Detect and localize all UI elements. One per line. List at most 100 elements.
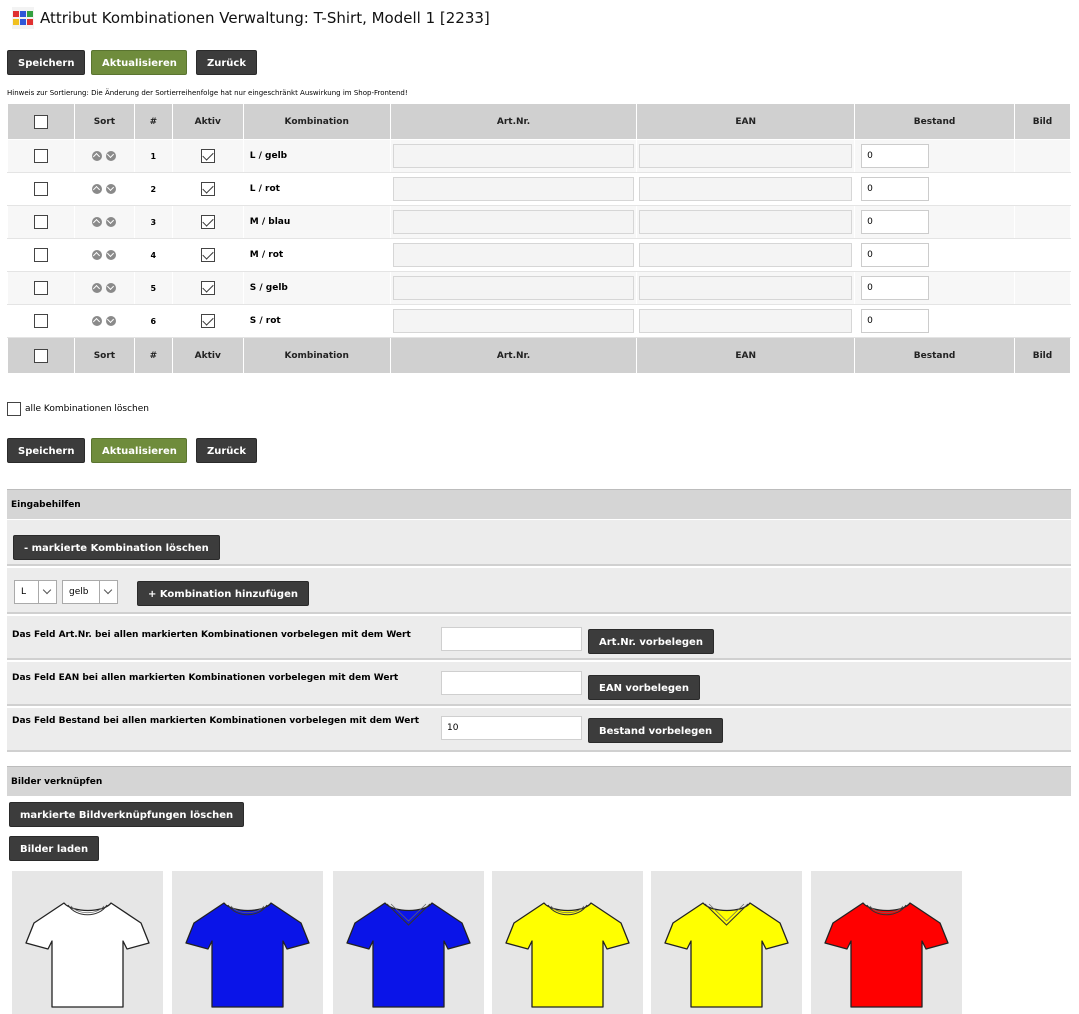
row-checkbox[interactable] — [33, 149, 48, 163]
table-row: 1 L / gelb 0 — [7, 139, 1072, 173]
row-checkbox[interactable] — [33, 281, 48, 295]
delete-marked-combination-button[interactable]: - markierte Kombination löschen — [13, 535, 220, 560]
image-cell — [1013, 139, 1072, 173]
active-checkbox[interactable] — [200, 182, 215, 196]
refresh-button-bottom[interactable]: Aktualisieren — [91, 438, 187, 463]
size-select[interactable]: L — [14, 580, 57, 604]
stock-input[interactable]: 0 — [861, 144, 930, 168]
load-images-button[interactable]: Bilder laden — [9, 836, 100, 861]
sort-up-icon[interactable] — [92, 315, 103, 326]
active-checkbox[interactable] — [200, 149, 215, 163]
color-select-value: gelb — [69, 587, 89, 597]
active-checkbox[interactable] — [200, 314, 215, 328]
row-number: 5 — [133, 271, 173, 305]
tshirt-thumbnail[interactable] — [651, 871, 802, 1014]
ean-input[interactable] — [639, 210, 853, 234]
image-cell — [1013, 304, 1072, 338]
sort-down-icon[interactable] — [106, 282, 117, 293]
select-all-checkbox-bottom[interactable] — [33, 348, 48, 363]
prefill-stock-label: Das Feld Bestand bei allen markierten Ko… — [12, 716, 420, 726]
page-title: Attribut Kombinationen Verwaltung: T-Shi… — [40, 9, 490, 27]
prefill-stock-button[interactable]: Bestand vorbelegen — [588, 718, 724, 743]
stock-input[interactable]: 0 — [861, 309, 930, 333]
delete-all-option: alle Kombinationen löschen — [7, 402, 149, 416]
artnr-input[interactable] — [392, 243, 635, 267]
helpers-section-header: Eingabehilfen — [7, 489, 1071, 519]
select-all-checkbox[interactable] — [33, 114, 48, 129]
artnr-input[interactable] — [392, 309, 635, 333]
ean-input[interactable] — [639, 276, 853, 300]
chevron-down-icon — [99, 581, 117, 603]
save-button[interactable]: Speichern — [7, 50, 86, 75]
footer-combination: Kombination — [242, 337, 391, 374]
select-all-header — [7, 103, 75, 140]
footer-sort: Sort — [73, 337, 135, 374]
table-row: 3 M / blau 0 — [7, 205, 1072, 239]
delete-all-checkbox[interactable] — [7, 402, 21, 416]
size-select-value: L — [21, 587, 27, 597]
sort-up-icon[interactable] — [92, 216, 103, 227]
stock-input[interactable]: 0 — [861, 276, 930, 300]
sort-up-icon[interactable] — [92, 150, 103, 161]
delete-image-links-button[interactable]: markierte Bildverknüpfungen löschen — [9, 802, 245, 827]
row-number: 1 — [133, 139, 173, 173]
sort-down-icon[interactable] — [106, 249, 117, 260]
prefill-stock-input[interactable]: 10 — [441, 716, 582, 740]
tshirt-thumbnail[interactable] — [811, 871, 962, 1014]
back-button-bottom[interactable]: Zurück — [196, 438, 257, 463]
ean-input[interactable] — [639, 144, 853, 168]
active-checkbox[interactable] — [200, 248, 215, 262]
footer-active: Aktiv — [171, 337, 244, 374]
active-checkbox[interactable] — [200, 215, 215, 229]
header-active: Aktiv — [171, 103, 244, 140]
ean-input[interactable] — [639, 177, 853, 201]
save-button-bottom[interactable]: Speichern — [7, 438, 86, 463]
row-checkbox[interactable] — [33, 248, 48, 262]
artnr-input[interactable] — [392, 177, 635, 201]
combination-name: S / rot — [242, 304, 391, 338]
artnr-input[interactable] — [392, 144, 635, 168]
tshirt-red-round-icon — [824, 902, 949, 1008]
row-checkbox[interactable] — [33, 182, 48, 196]
add-combination-button[interactable]: + Kombination hinzufügen — [137, 581, 309, 606]
header-sort: Sort — [73, 103, 135, 140]
ean-input[interactable] — [639, 309, 853, 333]
table-row: 4 M / rot 0 — [7, 238, 1072, 272]
image-cell — [1013, 238, 1072, 272]
row-checkbox[interactable] — [33, 215, 48, 229]
color-select[interactable]: gelb — [62, 580, 118, 604]
artnr-input[interactable] — [392, 276, 635, 300]
prefill-ean-button[interactable]: EAN vorbelegen — [588, 675, 700, 700]
sort-up-icon[interactable] — [92, 249, 103, 260]
combination-name: L / rot — [242, 172, 391, 206]
back-button[interactable]: Zurück — [196, 50, 257, 75]
combination-name: L / gelb — [242, 139, 391, 173]
stock-input[interactable]: 0 — [861, 177, 930, 201]
sort-down-icon[interactable] — [106, 183, 117, 194]
stock-input[interactable]: 0 — [861, 243, 930, 267]
ean-input[interactable] — [639, 243, 853, 267]
sort-down-icon[interactable] — [106, 150, 117, 161]
sort-down-icon[interactable] — [106, 216, 117, 227]
prefill-artnr-input[interactable] — [441, 627, 582, 651]
header-combination: Kombination — [242, 103, 391, 140]
prefill-ean-input[interactable] — [441, 671, 582, 695]
tshirt-thumbnail[interactable] — [12, 871, 163, 1014]
sort-up-icon[interactable] — [92, 282, 103, 293]
tshirt-thumbnail[interactable] — [333, 871, 484, 1014]
artnr-input[interactable] — [392, 210, 635, 234]
footer-number: # — [133, 337, 173, 374]
images-section-header: Bilder verknüpfen — [7, 766, 1071, 796]
stock-input[interactable]: 0 — [861, 210, 930, 234]
sort-up-icon[interactable] — [92, 183, 103, 194]
sort-down-icon[interactable] — [106, 315, 117, 326]
row-checkbox[interactable] — [33, 314, 48, 328]
active-checkbox[interactable] — [200, 281, 215, 295]
tshirt-thumbnail[interactable] — [172, 871, 323, 1014]
header-artnr: Art.Nr. — [389, 103, 638, 140]
tshirt-yellow-vneck-icon — [664, 902, 789, 1008]
tshirt-thumbnail[interactable] — [492, 871, 643, 1014]
prefill-artnr-button[interactable]: Art.Nr. vorbelegen — [588, 629, 714, 654]
header-number: # — [133, 103, 173, 140]
refresh-button[interactable]: Aktualisieren — [91, 50, 187, 75]
